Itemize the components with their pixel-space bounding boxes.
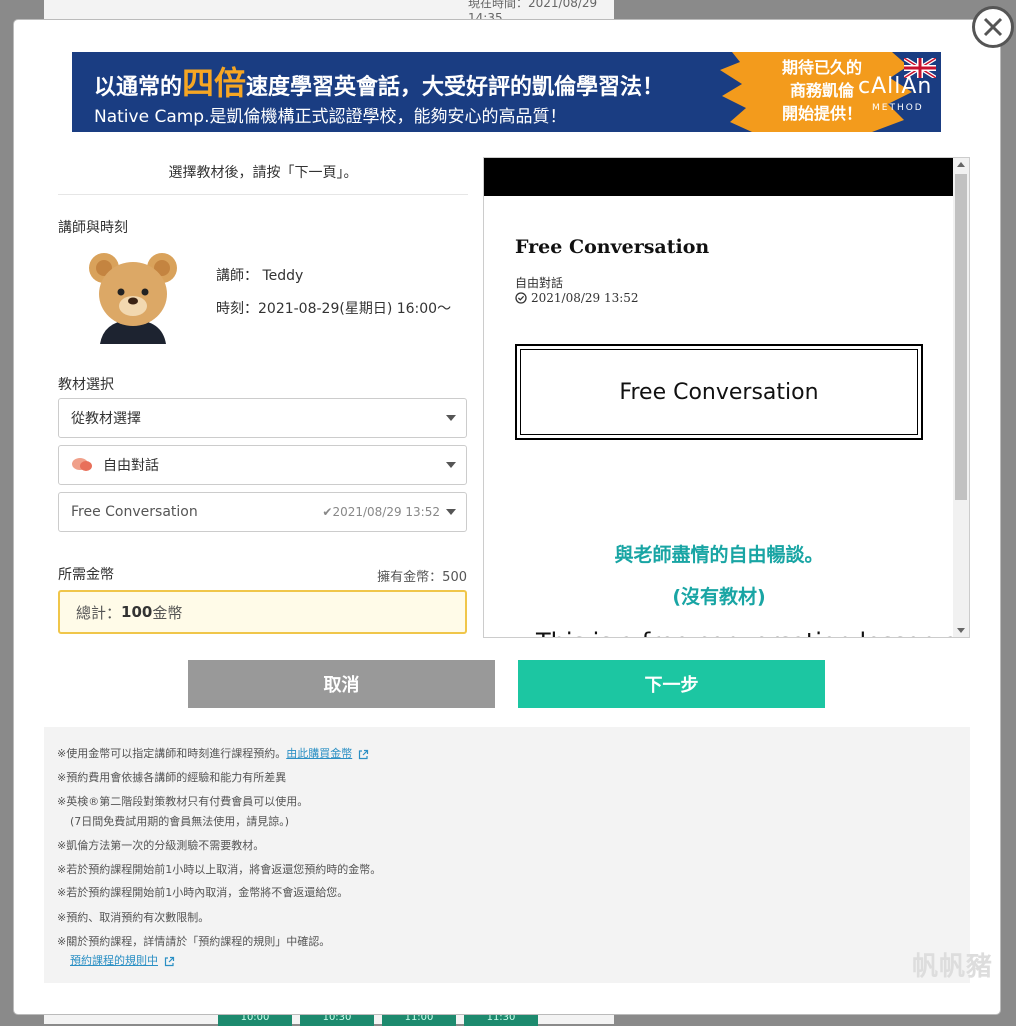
teacher-name: 講師： Teddy [216,268,304,284]
material-date-text: 2021/08/29 13:52 [332,505,440,519]
teacher-avatar [89,253,177,344]
note-item: ※英検®第二階段對策教材只有付費會員可以使用。 [57,795,309,808]
check-circle-icon [515,292,527,304]
note-item: ※使用金幣可以指定講師和時刻進行課程預約。由此購買金幣 [57,745,369,761]
preview-title-box: Free Conversation [515,344,923,440]
total-suffix: 金幣 [152,603,183,622]
banner-subline: Native Camp.是凱倫機構正式認證學校，能夠安心的高品質！ [94,107,567,127]
material-date: ✔2021/08/29 13:52 [322,505,440,519]
callan-logo: cAllAn [858,74,933,99]
banner-highlight: 四倍 [182,64,247,102]
external-link-icon [358,749,368,759]
instruction-text: 選擇教材後，請按「下一頁」。 [168,165,358,181]
burst-line: 開始提供！ [781,104,862,123]
note-text: ※使用金幣可以指定講師和時刻進行課程預約。 [57,747,287,760]
note-item: ※預約、取消預約有次數限制。 [57,911,210,924]
material-category-select[interactable]: 從教材選擇 [58,398,467,438]
preview-description: 與老師盡情的自由暢談。 [614,544,824,566]
banner-headline-pre: 以通常的 [94,75,183,100]
coin-section-title: 所需金幣 [58,567,114,583]
material-section-title: 教材選択 [58,377,114,393]
preview-subtitle: 自由對話 [515,276,564,290]
preview-topbar [484,158,954,196]
note-item: ※若於預約課程開始前1小時以上取消，將會返還您預約時的金幣。 [57,863,382,876]
check-icon: ✔ [322,505,333,519]
total-amount: 100 [121,603,153,621]
material-lesson-value: Free Conversation [71,504,198,520]
external-link-icon [164,956,174,966]
close-icon [983,17,1003,37]
scroll-up-arrow-icon[interactable] [957,162,965,167]
chat-bubble-icon [72,458,92,471]
note-item: (7日間免費試用期的會員無法使用，請見諒。) [70,815,290,828]
material-type-select[interactable]: 自由對話 [58,445,467,485]
close-modal-button[interactable] [972,6,1014,48]
preview-body-text: This is a free conversation lesson and [536,628,969,637]
chevron-down-icon [446,415,456,421]
notes-panel: ※使用金幣可以指定講師和時刻進行課程預約。由此購買金幣 ※預約費用會依據各講師的… [44,727,970,983]
reservation-rules-link[interactable]: 預約課程的規則中 [70,954,158,967]
callan-banner[interactable]: 以通常的四倍速度學習英會話，大受好評的凱倫學習法！ Native Camp.是凱… [72,52,941,132]
preview-title: Free Conversation [515,236,710,258]
material-category-value: 從教材選擇 [71,411,141,427]
note-item: 預約課程的規則中 [70,952,175,968]
scroll-down-arrow-icon[interactable] [957,628,965,633]
divider [58,194,468,195]
material-lesson-select[interactable]: Free Conversation ✔2021/08/29 13:52 [58,492,467,532]
material-type-value: 自由對話 [103,458,159,474]
lesson-time: 時刻：2021-08-29(星期日) 16:00～ [216,301,452,317]
next-button[interactable]: 下一步 [518,660,825,708]
callan-logo-sub: METHOD [872,103,924,113]
chevron-down-icon [446,462,456,468]
preview-note: (沒有教材) [672,586,766,608]
preview-scrollbar[interactable] [953,158,969,637]
cancel-button[interactable]: 取消 [188,660,495,708]
material-preview-panel[interactable]: Free Conversation 自由對話 2021/08/29 13:52 … [483,157,970,638]
note-item: ※預約費用會依據各講師的經驗和能力有所差異 [57,771,287,784]
note-item: ※關於預約課程，詳情請於「預約課程的規則」中確認。 [57,935,331,948]
note-item: ※若於預約課程開始前1小時內取消，金幣將不會返還給您。 [57,886,349,899]
banner-headline: 以通常的四倍速度學習英會話，大受好評的凱倫學習法！ [94,58,664,104]
note-item: ※凱倫方法第一次的分級測驗不需要教材。 [57,839,265,852]
banner-headline-post: 速度學習英會話，大受好評的凱倫學習法！ [246,75,665,100]
preview-date: 2021/08/29 13:52 [515,291,639,305]
total-coins-box: 總計： 100 金幣 [58,590,467,634]
preview-date-text: 2021/08/29 13:52 [531,291,639,305]
coins-owned: 擁有金幣：500 [377,570,467,585]
chevron-down-icon [446,509,456,515]
scroll-thumb[interactable] [955,174,967,500]
watermark: 帆帆豬 [912,952,994,982]
buy-coins-link[interactable]: 由此購買金幣 [286,747,352,760]
teacher-section-title: 講師與時刻 [58,220,128,236]
total-prefix: 總計： [76,603,122,622]
